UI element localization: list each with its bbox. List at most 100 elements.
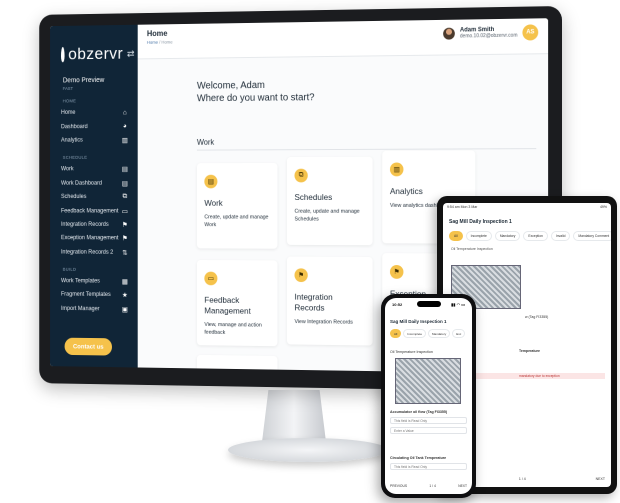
schedule-icon: ⧉ — [294, 168, 308, 183]
sidebar-item-integration-records[interactable]: Integration Records ⚑ — [50, 218, 138, 232]
next-button[interactable]: NEXT — [458, 484, 467, 488]
card-desc: Create, update and manage Schedules — [294, 208, 360, 223]
sidebar-item-work[interactable]: Work ▤ — [50, 163, 138, 177]
logo: obzervr ⇄ — [50, 25, 138, 74]
sidebar-item-home[interactable]: Home ⌂ — [50, 106, 138, 120]
monitor-stand — [262, 390, 326, 442]
phone-notch — [417, 301, 441, 307]
sidebar-item-schedules[interactable]: Schedules ⧉ — [50, 190, 138, 204]
user-menu[interactable]: Adam Smith demo.10.02@obzervr.com AS — [443, 24, 539, 41]
contact-us-button[interactable]: Contact us — [64, 337, 113, 356]
flag-icon: ⚑ — [121, 235, 128, 243]
sidebar-item-label: Work — [60, 166, 74, 173]
page-indicator: 1 / 4 — [518, 477, 526, 481]
card-title: Integration Records — [294, 291, 333, 313]
card-desc: Create, update and manage Work — [204, 214, 269, 228]
breadcrumb: Home / Home — [147, 40, 173, 45]
tab-all[interactable]: All — [390, 329, 402, 338]
monitor-base — [228, 438, 388, 462]
dashboard-icon: ◕ — [122, 123, 127, 130]
phone-field-label: Accumulator oil flow (Tag FI3355) — [390, 410, 448, 414]
sidebar-item-import-manager[interactable]: Import Manager ▣ — [50, 302, 138, 317]
phone-screen: 10:52 ▮▮ ◠ ▭ Sag Mill Daily Inspection 1… — [385, 298, 472, 494]
logo-drop-icon — [60, 46, 65, 63]
sidebar-item-analytics[interactable]: Analytics ▥ — [50, 133, 138, 147]
card-partial — [196, 354, 278, 374]
phone-pagination: PREVIOUS 1 / 4 NEXT — [390, 484, 467, 488]
sidebar-item-integration-records-2[interactable]: Integration Records 2 ⇅ — [50, 245, 138, 259]
phone-filter-tabs: All Incomplete Mandatory Exc — [385, 327, 472, 340]
sidebar-item-work-dashboard[interactable]: Work Dashboard ▤ — [50, 176, 138, 190]
clipboard-icon: ▤ — [121, 180, 128, 188]
sidebar-item-fragment-templates[interactable]: Fragment Templates ★ — [50, 288, 138, 303]
tab-mandatory-comment[interactable]: Mandatory Comment — [573, 231, 611, 241]
tab-mandatory[interactable]: Mandatory — [428, 329, 451, 338]
clipboard-icon: ▤ — [204, 174, 218, 189]
tablet-battery: 49% — [599, 205, 607, 209]
bar-chart-icon: ▥ — [389, 162, 404, 177]
value-input[interactable]: Enter a Value — [390, 427, 467, 434]
sidebar-item-label: Integration Records 2 — [60, 249, 114, 256]
section-home: HOME — [62, 98, 77, 104]
phone-field-label-2: Circulating Oil Tank Temperature — [390, 456, 447, 460]
section-title: Work — [196, 137, 215, 147]
card-desc: View, manage and action feedback — [204, 322, 262, 336]
sidebar-item-exception-management[interactable]: Exception Management ⚑ — [50, 232, 138, 246]
sidebar: obzervr ⇄ Demo Preview FAST HOME Home ⌂ … — [50, 24, 138, 368]
section-build: BUILD — [62, 266, 77, 272]
sidebar-item-label: Feedback Management — [60, 208, 119, 214]
sidebar-item-feedback-management[interactable]: Feedback Management ▭ — [50, 204, 138, 218]
welcome-line: Welcome, Adam — [196, 80, 265, 92]
phone-section-title: Oil Temperature Inspection — [390, 350, 433, 354]
tab-mandatory[interactable]: Mandatory — [494, 231, 521, 241]
card-work[interactable]: ▤ Work Create, update and manage Work — [196, 162, 278, 249]
readonly-notice-2: This field is Read Only — [390, 463, 467, 470]
card-schedules[interactable]: ⧉ Schedules Create, update and manage Sc… — [286, 156, 373, 246]
sidebar-item-label: Schedules — [60, 194, 87, 201]
sidebar-item-label: Work Dashboard — [60, 180, 102, 187]
tab-incomplete[interactable]: Incomplete — [465, 231, 492, 241]
phone-time: 10:52 — [392, 302, 403, 307]
card-integration-records[interactable]: ⚑ Integration Records View Integration R… — [286, 256, 373, 346]
sidebar-item-label: Integration Records — [60, 221, 109, 228]
clipboard-icon: ▤ — [121, 166, 128, 174]
topbar: Home Home / Home Adam Smith demo.10.02@o… — [137, 18, 549, 60]
tab-all[interactable]: All — [449, 231, 463, 241]
tab-incomplete[interactable]: Incomplete — [403, 329, 427, 338]
readonly-notice: This field is Read Only — [390, 417, 467, 424]
avatar[interactable]: AS — [522, 24, 539, 41]
user-photo — [443, 27, 456, 40]
sidebar-item-label: Work Templates — [60, 278, 100, 285]
signal-icon: ▮▮ ◠ ▭ — [451, 302, 465, 307]
sidebar-item-label: Analytics — [60, 137, 83, 144]
breadcrumb-link[interactable]: Home — [147, 40, 158, 45]
tab-exception[interactable]: Exception — [523, 231, 548, 241]
card-title: Work — [204, 198, 223, 208]
sidebar-item-label: Exception Management — [60, 235, 119, 242]
sidebar-item-label: Home — [60, 110, 76, 117]
page-title: Home — [146, 29, 168, 39]
flag-icon: ⚑ — [389, 264, 404, 279]
chat-icon: ▭ — [204, 271, 218, 286]
tab-exception[interactable]: Exc — [452, 329, 466, 338]
welcome-question: Where do you want to start? — [196, 92, 315, 105]
card-title: Schedules — [294, 192, 333, 202]
chat-icon: ▭ — [121, 208, 128, 215]
tablet-filter-tabs: All Incomplete Mandatory Exception Inval… — [443, 228, 611, 244]
previous-button[interactable]: PREVIOUS — [390, 484, 407, 488]
equipment-diagram — [395, 358, 461, 404]
section-schedule: SCHEDULE — [62, 155, 88, 160]
sidebar-item-work-templates[interactable]: Work Templates ▦ — [50, 274, 138, 288]
tab-invalid[interactable]: Invalid — [550, 231, 571, 241]
logo-text: obzervr — [68, 44, 124, 64]
template-icon: ▦ — [121, 278, 128, 286]
star-icon: ★ — [121, 292, 128, 300]
next-button[interactable]: NEXT — [596, 477, 605, 481]
phone: 10:52 ▮▮ ◠ ▭ Sag Mill Daily Inspection 1… — [381, 294, 476, 498]
home-icon: ⌂ — [122, 109, 127, 117]
collapse-arrows-icon[interactable]: ⇄ — [127, 48, 135, 59]
card-feedback-management[interactable]: ▭ Feedback Management View, manage and a… — [196, 259, 278, 347]
flag-icon: ⚑ — [294, 268, 308, 283]
sidebar-item-dashboard[interactable]: Dashboard ◕ — [50, 119, 138, 133]
org-switcher[interactable]: Demo Preview FAST — [50, 73, 138, 91]
